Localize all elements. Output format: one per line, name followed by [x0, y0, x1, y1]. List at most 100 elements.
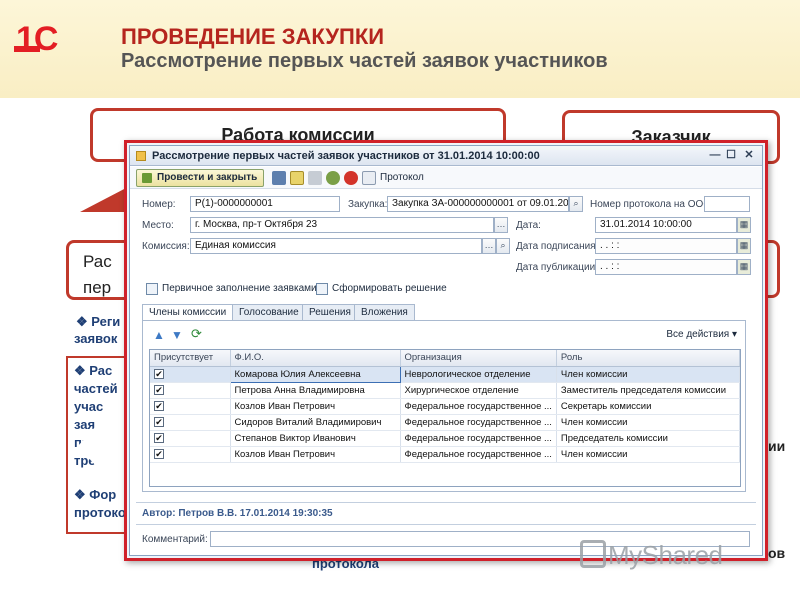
slide-title: ПРОВЕДЕНИЕ ЗАКУПКИ: [121, 24, 385, 49]
right-partial-text: ии: [768, 438, 786, 454]
present-checkbox[interactable]: ✔: [154, 432, 164, 443]
present-checkbox[interactable]: ✔: [154, 384, 164, 395]
table-row[interactable]: ✔ Козлов Иван Петрович Федеральное госуд…: [150, 446, 741, 463]
oos-number-field[interactable]: [704, 196, 750, 212]
protocol-icon[interactable]: [362, 171, 376, 185]
col-role[interactable]: Роль: [556, 350, 741, 367]
commission-members-panel: ▲ ▼ ⟳ Все действия ▾ Присутствует Ф.И.О.…: [142, 320, 746, 492]
window-titlebar[interactable]: Рассмотрение первых частей заявок участн…: [130, 146, 762, 166]
bullet-registration-cont: заявок: [74, 331, 118, 346]
all-actions-menu[interactable]: Все действия ▾: [666, 329, 737, 340]
purchase-search-icon[interactable]: ⌕: [569, 196, 583, 212]
col-present[interactable]: Присутствует: [150, 350, 231, 367]
table-row[interactable]: ✔ Комарова Юлия Алексеевна Неврологическ…: [150, 365, 741, 383]
dialog-window: Рассмотрение первых частей заявок участн…: [129, 145, 763, 556]
fill-from-bids-icon[interactable]: [146, 283, 158, 295]
copy-icon[interactable]: [308, 171, 322, 185]
table-row[interactable]: ✔ Степанов Виктор Иванович Федеральное г…: [150, 430, 741, 447]
tab-attachments[interactable]: Вложения: [354, 304, 415, 320]
present-checkbox[interactable]: ✔: [154, 448, 164, 459]
cell-fio[interactable]: Комарова Юлия Алексеевна: [229, 365, 401, 383]
initial-fill-button[interactable]: Первичное заполнение заявками: [162, 283, 317, 294]
cell-role[interactable]: Член комиссии: [556, 446, 741, 463]
cell-fio[interactable]: Сидоров Виталий Владимирович: [230, 414, 401, 431]
col-fio[interactable]: Ф.И.О.: [230, 350, 401, 367]
divider: [136, 502, 756, 503]
place-label: Место:: [142, 220, 174, 231]
slide-header: [0, 0, 800, 98]
date-field[interactable]: 31.01.2014 10:00:00: [595, 217, 737, 233]
move-down-icon[interactable]: ▼: [171, 329, 183, 341]
protocol-button[interactable]: Протокол: [380, 172, 424, 183]
left-arrow-shape: [78, 390, 128, 502]
post-and-close-button[interactable]: Провести и закрыть: [136, 169, 265, 187]
cell-role[interactable]: Заместитель председателя комиссии: [556, 382, 741, 399]
commission-field[interactable]: Единая комиссия: [190, 238, 482, 254]
save-icon[interactable]: [272, 171, 286, 185]
move-up-icon[interactable]: ▲: [153, 329, 165, 341]
commission-search-icon[interactable]: ⌕: [496, 238, 510, 254]
members-table: Присутствует Ф.И.О. Организация Роль ✔ К…: [149, 349, 741, 487]
callout-arrow: [80, 186, 130, 212]
cell-organization[interactable]: Федеральное государственное ...: [400, 398, 557, 415]
present-checkbox[interactable]: ✔: [154, 400, 164, 411]
tab-commission-members[interactable]: Члены комиссии: [142, 304, 234, 321]
toolbar: Провести и закрыть Протокол: [130, 167, 762, 189]
signed-date-field[interactable]: . . : :: [595, 238, 737, 254]
right-partial-text-2: ов: [768, 545, 786, 561]
minimize-button[interactable]: —: [708, 149, 722, 162]
signed-date-label: Дата подписания:: [516, 241, 599, 252]
table-row[interactable]: ✔ Сидоров Виталий Владимирович Федеральн…: [150, 414, 741, 431]
watermark: MyShared: [608, 540, 723, 570]
present-checkbox[interactable]: ✔: [154, 416, 164, 427]
maximize-button[interactable]: ☐: [724, 149, 738, 162]
cell-role[interactable]: Член комиссии: [556, 414, 741, 431]
make-decision-button[interactable]: Сформировать решение: [332, 283, 447, 294]
cell-organization[interactable]: Федеральное государственное ...: [400, 446, 557, 463]
cell-role[interactable]: Секретарь комиссии: [556, 398, 741, 415]
cell-fio[interactable]: Петрова Анна Владимировна: [230, 382, 401, 399]
structure-icon[interactable]: [326, 171, 340, 185]
tab-voting[interactable]: Голосование: [232, 304, 306, 320]
post-icon[interactable]: [290, 171, 304, 185]
number-label: Номер:: [142, 199, 176, 210]
table-row[interactable]: ✔ Петрова Анна Владимировна Хирургическо…: [150, 382, 741, 399]
cell-organization[interactable]: Хирургическое отделение: [400, 382, 557, 399]
cell-fio[interactable]: Козлов Иван Петрович: [230, 446, 401, 463]
cell-role[interactable]: Председатель комиссии: [556, 430, 741, 447]
cell-organization[interactable]: Федеральное государственное ...: [400, 430, 557, 447]
col-organization[interactable]: Организация: [400, 350, 557, 367]
cell-organization[interactable]: Федеральное государственное ...: [400, 414, 557, 431]
bullet-form-cont: протоко: [74, 505, 126, 520]
cell-organization[interactable]: Неврологическое отделение: [400, 366, 557, 383]
make-decision-icon[interactable]: [316, 283, 328, 295]
commission-select-icon[interactable]: …: [482, 238, 496, 254]
published-date-field[interactable]: . . : :: [595, 259, 737, 275]
place-field[interactable]: г. Москва, пр-т Октября 23: [190, 217, 494, 233]
number-field[interactable]: Р(1)-0000000001: [190, 196, 340, 212]
present-checkbox[interactable]: ✔: [154, 368, 164, 379]
tab-decisions[interactable]: Решения: [302, 304, 358, 320]
logo-underline: [14, 46, 40, 52]
cell-fio[interactable]: Степанов Виктор Иванович: [230, 430, 401, 447]
divider: [136, 524, 756, 525]
calendar-icon[interactable]: ▦: [737, 259, 751, 275]
calendar-icon[interactable]: ▦: [737, 217, 751, 233]
cell-role[interactable]: Член комиссии: [556, 366, 741, 383]
oos-number-label: Номер протокола на ООС:: [590, 199, 714, 210]
refresh-icon[interactable]: ⟳: [191, 327, 205, 341]
purchase-field[interactable]: Закупка ЗА-000000000001 от 09.01.2014 1: [387, 196, 569, 212]
published-date-label: Дата публикации:: [516, 262, 598, 273]
document-icon: [136, 151, 146, 161]
commission-label: Комиссия:: [142, 241, 190, 252]
logo-1c: 1С: [16, 20, 58, 58]
author-info: Автор: Петров В.В. 17.01.2014 19:30:35: [142, 508, 333, 519]
cancel-post-icon[interactable]: [344, 171, 358, 185]
place-select-icon[interactable]: …: [494, 217, 508, 233]
table-row[interactable]: ✔ Козлов Иван Петрович Федеральное госуд…: [150, 398, 741, 415]
date-label: Дата:: [516, 220, 541, 231]
comment-label: Комментарий:: [142, 534, 208, 545]
cell-fio[interactable]: Козлов Иван Петрович: [230, 398, 401, 415]
close-button[interactable]: ✕: [742, 149, 756, 162]
calendar-icon[interactable]: ▦: [737, 238, 751, 254]
